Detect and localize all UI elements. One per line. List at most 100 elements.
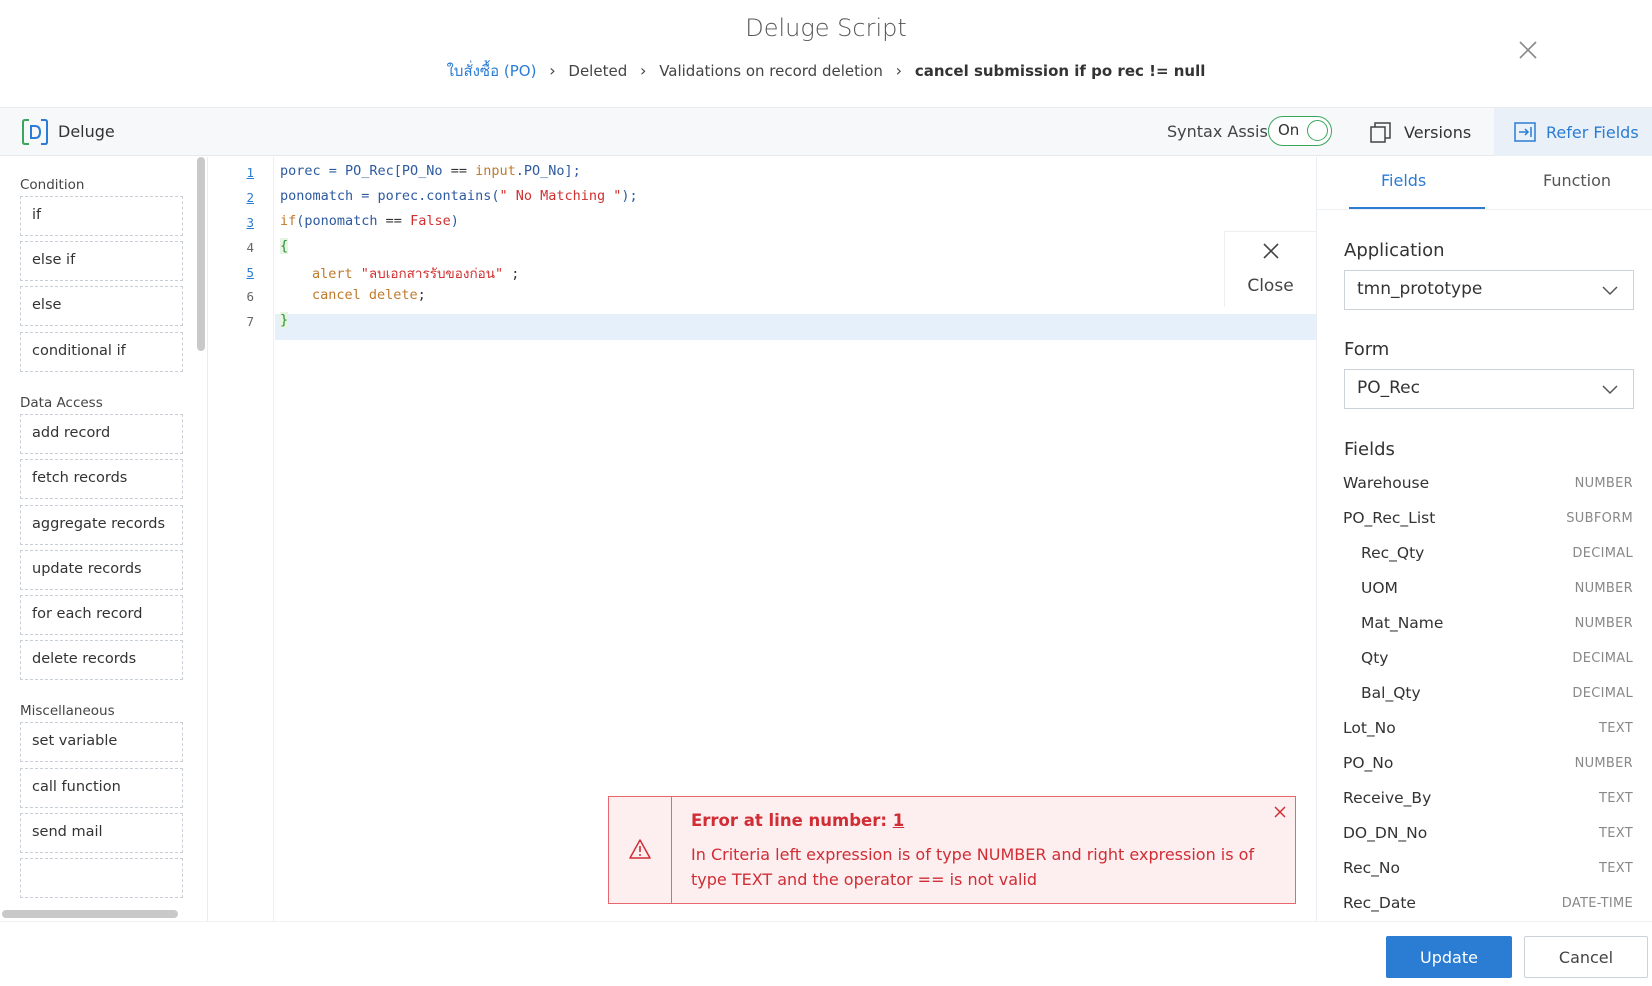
line-number: 7 bbox=[246, 314, 254, 329]
field-name: Warehouse bbox=[1343, 474, 1430, 492]
field-row[interactable]: Mat_Name NUMBER bbox=[1343, 614, 1633, 638]
field-row[interactable]: PO_Rec_List SUBFORM bbox=[1343, 509, 1633, 533]
close-icon[interactable] bbox=[1273, 805, 1287, 819]
field-row[interactable]: Rec_Qty DECIMAL bbox=[1343, 544, 1633, 568]
palette-item-delete-records[interactable]: delete records bbox=[20, 640, 183, 680]
error-line-link[interactable]: 1 bbox=[893, 811, 904, 830]
field-name: PO_Rec_List bbox=[1343, 509, 1436, 527]
form-value: PO_Rec bbox=[1357, 378, 1420, 398]
code-token: ) bbox=[450, 213, 459, 229]
close-icon[interactable] bbox=[1516, 38, 1540, 62]
code-line-4[interactable]: { bbox=[280, 238, 289, 254]
line-number[interactable]: 2 bbox=[208, 190, 254, 205]
breadcrumb-app-link[interactable]: ใบสั่งซื้อ (PO) bbox=[447, 59, 537, 83]
code-token: False bbox=[410, 213, 451, 229]
close-icon bbox=[1263, 243, 1279, 259]
palette-item-send-mail[interactable]: send mail bbox=[20, 813, 183, 853]
dialog-footer: Update Cancel bbox=[0, 921, 1652, 986]
palette-item-else-if[interactable]: else if bbox=[20, 241, 183, 281]
palette-item-call-function[interactable]: call function bbox=[20, 768, 183, 808]
field-row[interactable]: Rec_No TEXT bbox=[1343, 859, 1633, 883]
field-type: TEXT bbox=[1599, 861, 1633, 876]
line-number[interactable]: 3 bbox=[208, 215, 254, 230]
form-label: Form bbox=[1344, 339, 1390, 360]
field-type: TEXT bbox=[1599, 791, 1633, 806]
breadcrumb: ใบสั่งซื้อ (PO) › Deleted › Validations … bbox=[0, 59, 1652, 83]
palette-item-conditional-if[interactable]: conditional if bbox=[20, 332, 183, 372]
error-title: Error at line number: 1 bbox=[691, 811, 904, 830]
versions-icon bbox=[1370, 122, 1391, 143]
palette-item-set-variable[interactable]: set variable bbox=[20, 722, 183, 762]
code-line-7[interactable]: } bbox=[280, 312, 289, 328]
page-title: Deluge Script bbox=[745, 14, 907, 42]
dialog-header: Deluge Script ใบสั่งซื้อ (PO) › Deleted … bbox=[0, 0, 1652, 108]
palette-item-for-each-record[interactable]: for each record bbox=[20, 595, 183, 635]
palette-item-update-records[interactable]: update records bbox=[20, 550, 183, 590]
line-number[interactable]: 5 bbox=[208, 265, 254, 280]
refer-fields-panel: Fields Function Application tmn_prototyp… bbox=[1316, 157, 1652, 921]
field-row[interactable]: Qty DECIMAL bbox=[1343, 649, 1633, 673]
field-type: TEXT bbox=[1599, 826, 1633, 841]
code-line-2[interactable]: ponomatch = porec.contains(" No Matching… bbox=[280, 188, 638, 204]
palette-item-partial[interactable] bbox=[20, 858, 183, 898]
code-token: ); bbox=[621, 188, 638, 204]
field-row[interactable]: Rec_Date DATE-TIME bbox=[1343, 894, 1633, 918]
chevron-down-icon bbox=[1602, 286, 1618, 296]
code-token: cancel delete bbox=[312, 287, 418, 303]
chevron-right-icon: › bbox=[549, 61, 556, 80]
palette-item-add-record[interactable]: add record bbox=[20, 414, 183, 454]
field-row[interactable]: Warehouse NUMBER bbox=[1343, 474, 1633, 498]
palette-item-if[interactable]: if bbox=[20, 196, 183, 236]
field-row[interactable]: PO_No NUMBER bbox=[1343, 754, 1633, 778]
field-name: DO_DN_No bbox=[1343, 824, 1428, 842]
chevron-right-icon: › bbox=[895, 61, 903, 80]
code-token: ponomatch = porec.contains( bbox=[280, 188, 500, 204]
code-token: if bbox=[280, 213, 297, 229]
code-line-1[interactable]: porec = PO_Rec[PO_No == input.PO_No]; bbox=[280, 163, 581, 179]
application-select[interactable]: tmn_prototype bbox=[1344, 270, 1634, 310]
editor-toolbar: Deluge Syntax Assist On Versions Refer F… bbox=[0, 108, 1652, 156]
code-line-5[interactable]: alert "ลบเอกสารรับของก่อน" ; bbox=[312, 262, 519, 284]
line-number: 6 bbox=[246, 289, 254, 304]
form-select[interactable]: PO_Rec bbox=[1344, 369, 1634, 409]
palette-horizontal-scrollbar[interactable] bbox=[2, 910, 178, 918]
field-type: DECIMAL bbox=[1572, 651, 1633, 666]
versions-button[interactable]: Versions bbox=[1370, 116, 1471, 148]
field-name: Mat_Name bbox=[1361, 614, 1444, 632]
palette-item-fetch-records[interactable]: fetch records bbox=[20, 459, 183, 499]
palette-section-miscellaneous: Miscellaneous bbox=[20, 703, 115, 719]
code-line-3[interactable]: if(ponomatch == False) bbox=[280, 213, 459, 229]
deluge-logo-icon bbox=[22, 119, 48, 145]
tab-function[interactable]: Function bbox=[1543, 171, 1611, 190]
palette-item-aggregate-records[interactable]: aggregate records bbox=[20, 505, 183, 545]
syntax-assist-toggle[interactable]: On bbox=[1268, 116, 1332, 146]
close-panel-button[interactable]: Close bbox=[1224, 231, 1316, 307]
breadcrumb-current: cancel submission if po rec != null bbox=[914, 62, 1206, 80]
tab-fields[interactable]: Fields bbox=[1381, 171, 1426, 190]
field-row[interactable]: Lot_No TEXT bbox=[1343, 719, 1633, 743]
field-row[interactable]: DO_DN_No TEXT bbox=[1343, 824, 1633, 848]
versions-label: Versions bbox=[1404, 122, 1472, 142]
palette-section-data-access: Data Access bbox=[20, 395, 103, 411]
field-name: UOM bbox=[1361, 579, 1398, 597]
chevron-right-icon: › bbox=[640, 61, 647, 80]
field-row[interactable]: Bal_Qty DECIMAL bbox=[1343, 684, 1633, 708]
line-number[interactable]: 1 bbox=[208, 165, 254, 180]
code-line-6[interactable]: cancel delete; bbox=[312, 287, 426, 303]
code-token: porec = PO_Rec[PO_No bbox=[280, 163, 451, 179]
chevron-down-icon bbox=[1602, 385, 1618, 395]
field-row[interactable]: Receive_By TEXT bbox=[1343, 789, 1633, 813]
code-token: .PO_No]; bbox=[515, 163, 581, 179]
code-token: "ลบเอกสารรับของก่อน" bbox=[360, 266, 504, 282]
refer-fields-button[interactable]: Refer Fields bbox=[1494, 108, 1652, 156]
field-name: Lot_No bbox=[1343, 719, 1396, 737]
update-button[interactable]: Update bbox=[1386, 936, 1512, 978]
application-label: Application bbox=[1344, 240, 1445, 261]
palette-item-else[interactable]: else bbox=[20, 286, 183, 326]
field-type: NUMBER bbox=[1574, 756, 1633, 771]
cancel-button[interactable]: Cancel bbox=[1524, 936, 1648, 978]
refer-fields-icon bbox=[1514, 122, 1536, 142]
palette-vertical-scrollbar[interactable] bbox=[197, 157, 205, 351]
error-message: In Criteria left expression is of type N… bbox=[691, 845, 1255, 889]
field-row[interactable]: UOM NUMBER bbox=[1343, 579, 1633, 603]
